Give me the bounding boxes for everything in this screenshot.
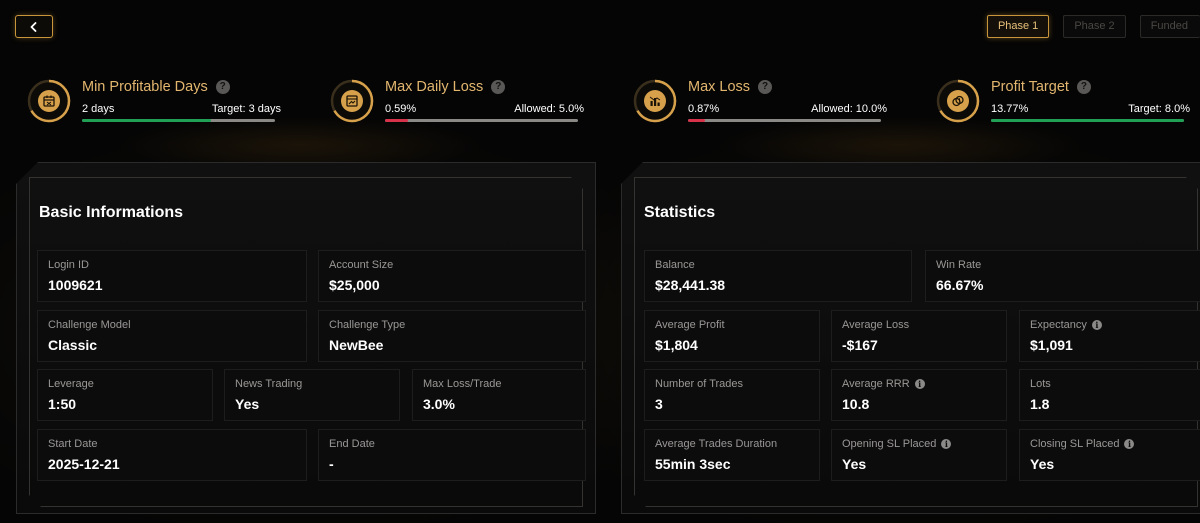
progress-bar (688, 119, 881, 122)
tab-phase-2[interactable]: Phase 2 (1063, 15, 1126, 38)
metric-target: Target: 8.0% (1128, 103, 1190, 115)
stat-opening-sl-placed: Opening SL Placed i Yes (831, 429, 1007, 481)
help-icon[interactable]: ? (491, 80, 506, 94)
info-icon[interactable]: i (914, 379, 925, 389)
stat-closing-sl-placed: Closing SL Placed i Yes (1019, 429, 1200, 481)
field-max-loss-trade: Max Loss/Trade 3.0% (412, 369, 586, 421)
stat-balance: Balance $28,441.38 (644, 250, 912, 302)
field-challenge-model: Challenge Model Classic (37, 310, 307, 362)
metric-title: Max Daily Loss? (385, 79, 506, 95)
tab-funded[interactable]: Funded (1139, 15, 1200, 38)
metric-ring (330, 79, 374, 123)
stat-number-of-trades: Number of Trades 3 (644, 369, 820, 421)
info-icon[interactable]: i (941, 439, 952, 449)
metric-allowed: Allowed: 10.0% (811, 103, 887, 115)
field-leverage: Leverage 1:50 (37, 369, 213, 421)
metric-profit-target: Profit Target? 13.77% Target: 8.0% (936, 75, 1196, 135)
progress-bar (991, 119, 1184, 122)
metric-ring (633, 79, 677, 123)
back-button[interactable] (15, 15, 53, 38)
metric-ring (27, 79, 71, 123)
chart-window-icon (341, 90, 363, 112)
stat-lots: Lots 1.8 (1019, 369, 1200, 421)
stat-average-rrr: Average RRR i 10.8 (831, 369, 1007, 421)
metric-min-profitable-days: Min Profitable Days? 2 days Target: 3 da… (27, 75, 287, 135)
info-icon[interactable]: i (1124, 439, 1135, 449)
help-icon[interactable]: ? (1076, 80, 1091, 94)
panel-title: Basic Informations (39, 204, 184, 221)
panel-title: Statistics (644, 204, 716, 221)
metric-allowed: Allowed: 5.0% (514, 103, 584, 115)
statistics-panel: Statistics Balance $28,441.38 Win Rate 6… (621, 162, 1200, 514)
stat-win-rate: Win Rate 66.67% (925, 250, 1200, 302)
field-start-date: Start Date 2025-12-21 (37, 429, 307, 481)
bar-chart-icon (644, 90, 666, 112)
metric-max-loss: Max Loss? 0.87% Allowed: 10.0% (633, 75, 893, 135)
metric-title: Profit Target? (991, 79, 1091, 95)
metric-current: 2 days (82, 103, 115, 115)
field-account-size: Account Size $25,000 (318, 250, 586, 302)
help-icon[interactable]: ? (215, 80, 230, 94)
field-challenge-type: Challenge Type NewBee (318, 310, 586, 362)
progress-bar (385, 119, 578, 122)
help-icon[interactable]: ? (758, 80, 773, 94)
progress-bar (82, 119, 275, 122)
metric-current: 13.77% (991, 103, 1029, 115)
field-login-id: Login ID 1009621 (37, 250, 307, 302)
metric-target: Target: 3 days (211, 103, 281, 115)
metric-title: Max Loss? (688, 79, 773, 95)
basic-info-panel: Basic Informations Login ID 1009621 Acco… (16, 162, 596, 514)
stat-average-profit: Average Profit $1,804 (644, 310, 820, 362)
metric-max-daily-loss: Max Daily Loss? 0.59% Allowed: 5.0% (330, 75, 590, 135)
metric-title: Min Profitable Days? (82, 79, 230, 95)
phase-tabs: Phase 1 Phase 2 Funded (986, 15, 1200, 38)
field-news-trading: News Trading Yes (224, 369, 400, 421)
metric-ring (936, 79, 980, 123)
chevron-left-icon (30, 21, 37, 32)
stat-average-loss: Average Loss -$167 (831, 310, 1007, 362)
metric-current: 0.59% (385, 103, 417, 115)
calendar-icon (38, 90, 60, 112)
field-end-date: End Date - (318, 429, 586, 481)
info-icon[interactable]: i (1091, 320, 1102, 330)
coins-icon (947, 90, 969, 112)
metric-current: 0.87% (688, 103, 720, 115)
stat-average-trades-duration: Average Trades Duration 55min 3sec (644, 429, 820, 481)
tab-phase-1[interactable]: Phase 1 (986, 15, 1050, 38)
stat-expectancy: Expectancy i $1,091 (1019, 310, 1200, 362)
